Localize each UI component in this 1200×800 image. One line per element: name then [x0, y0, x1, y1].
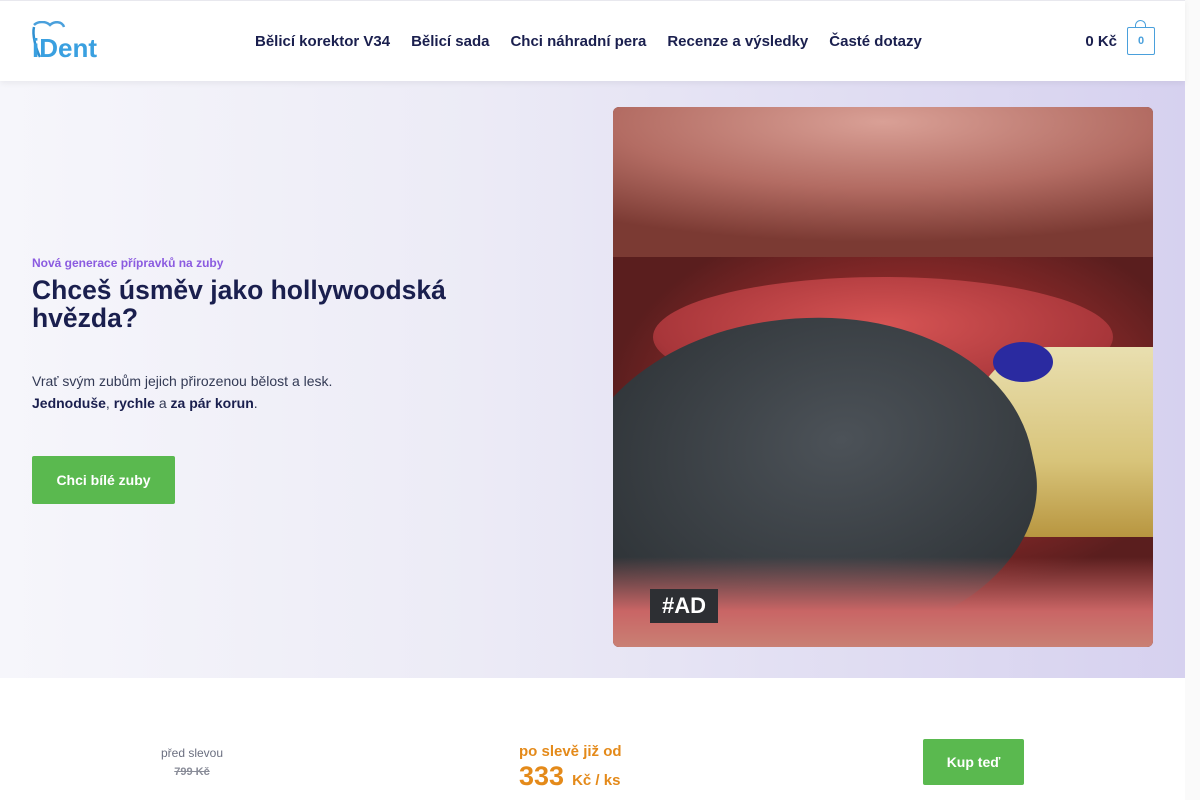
- intro-bold-3: za pár korun: [170, 395, 254, 411]
- hero-intro: Vrať svým zubům jejich přirozenou bělost…: [32, 370, 492, 414]
- hero-eyebrow: Nová generace přípravků na zuby: [32, 256, 224, 270]
- price-after-unit: Kč / ks: [572, 772, 621, 789]
- hero-cta-button[interactable]: Chci bílé zuby: [32, 456, 175, 504]
- intro-line: Vrať svým zubům jejich přirozenou bělost…: [32, 373, 333, 389]
- price-before: před slevou 799 Kč: [160, 746, 224, 778]
- ad-tag: #AD: [650, 589, 718, 623]
- nav-item-reviews[interactable]: Recenze a výsledky: [667, 33, 808, 50]
- intro-bold-2: rychle: [113, 395, 155, 411]
- hero-video[interactable]: #AD: [613, 107, 1153, 647]
- cart[interactable]: 0 Kč 0: [1085, 1, 1155, 81]
- price-after-value: 333: [519, 761, 565, 791]
- nav-item-faq[interactable]: Časté dotazy: [829, 33, 922, 50]
- main-nav: Bělicí korektor V34 Bělicí sada Chci náh…: [255, 1, 943, 81]
- tooth-logo-icon: iDent: [32, 21, 97, 61]
- price-strip: před slevou 799 Kč po slevě již od 333 K…: [0, 680, 1185, 800]
- intro-end: .: [253, 395, 258, 411]
- price-after-label: po slevě již od: [519, 743, 622, 760]
- shopping-bag-icon[interactable]: 0: [1127, 20, 1155, 55]
- nav-item-kit[interactable]: Bělicí sada: [411, 33, 489, 50]
- intro-sep-2: a: [154, 395, 171, 411]
- ident-logo[interactable]: iDent: [30, 21, 120, 61]
- site-header: iDent Bělicí korektor V34 Bělicí sada Ch…: [0, 0, 1185, 81]
- video-upper-lip: [613, 107, 1153, 257]
- price-before-label: před slevou: [160, 746, 224, 760]
- video-gel: [993, 342, 1053, 382]
- buy-now-button[interactable]: Kup teď: [923, 739, 1024, 785]
- cart-count-badge: 0: [1137, 35, 1145, 47]
- hero-section: Nová generace přípravků na zuby Chceš ús…: [0, 80, 1185, 678]
- price-after: po slevě již od 333 Kč / ks: [519, 743, 622, 792]
- hero-text: Nová generace přípravků na zuby Chceš ús…: [32, 256, 492, 414]
- price-after-row: 333 Kč / ks: [519, 761, 622, 792]
- intro-sep-1: ,: [105, 395, 114, 411]
- page-scrollbar[interactable]: [1185, 0, 1200, 800]
- hero-headline: Chceš úsměv jako hollywoodská hvězda?: [32, 275, 446, 333]
- cart-total[interactable]: 0 Kč: [1085, 33, 1117, 50]
- nav-item-refills[interactable]: Chci náhradní pera: [510, 33, 646, 50]
- intro-bold-1: Jednoduše: [32, 395, 106, 411]
- logo-text: iDent: [32, 33, 97, 61]
- nav-item-corrector[interactable]: Bělicí korektor V34: [255, 33, 390, 50]
- price-before-value: 799 Kč: [174, 766, 210, 778]
